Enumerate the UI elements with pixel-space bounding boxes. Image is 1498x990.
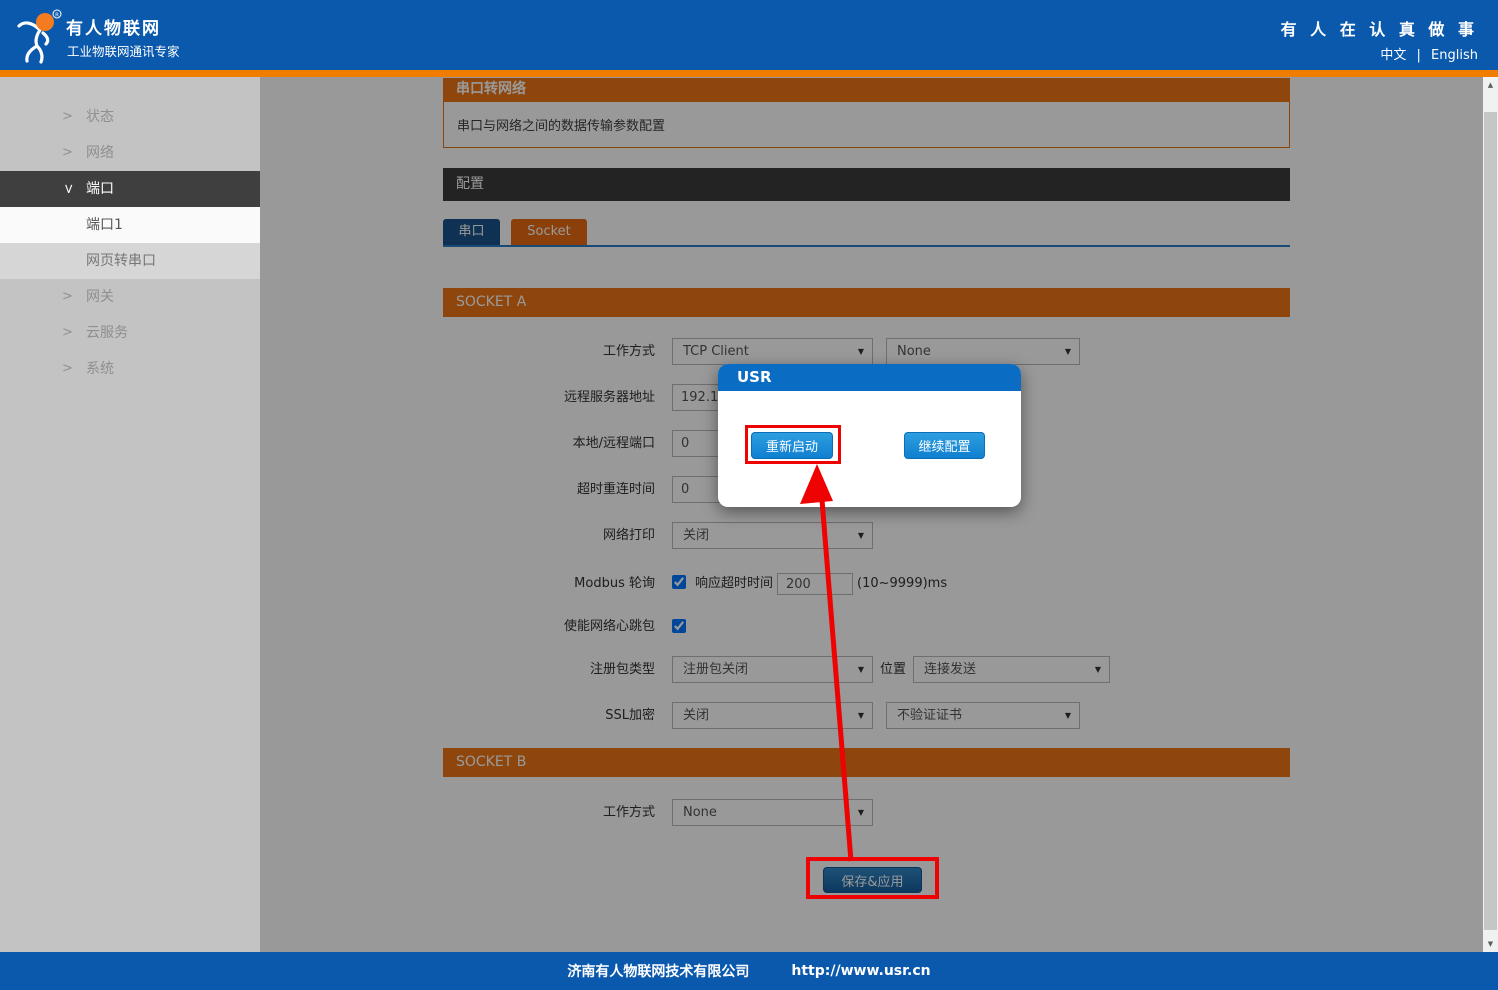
chevron-right-icon: > (62, 351, 73, 387)
svg-text:R: R (55, 12, 59, 18)
restart-button[interactable]: 重新启动 (751, 432, 833, 459)
scroll-up-icon[interactable]: ▲ (1483, 77, 1498, 93)
footer-company: 济南有人物联网技术有限公司 (567, 961, 749, 981)
chevron-right-icon: > (62, 315, 73, 351)
scroll-down-icon[interactable]: ▼ (1483, 936, 1498, 952)
sidebar-item-port1[interactable]: 端口1 (0, 207, 260, 243)
continue-config-button[interactable]: 继续配置 (904, 432, 985, 459)
header-slogan: 有 人 在 认 真 做 事 (1281, 16, 1478, 40)
lang-zh-link[interactable]: 中文 (1380, 48, 1406, 63)
modal-title: USR (718, 364, 1021, 391)
chevron-right-icon: > (62, 135, 73, 171)
brand-tagline: 工业物联网通讯专家 (67, 41, 180, 60)
chevron-right-icon: > (62, 99, 73, 135)
sidebar-item-system[interactable]: > 系统 (0, 351, 260, 387)
scrollbar-thumb[interactable] (1484, 112, 1497, 930)
sidebar-item-network[interactable]: > 网络 (0, 135, 260, 171)
brand-title: 有人物联网 (66, 14, 161, 39)
modal-dim-overlay (260, 77, 1483, 952)
chevron-down-icon: > (49, 184, 85, 195)
top-header: R 有人物联网 工业物联网通讯专家 有 人 在 认 真 做 事 中文 | Eng… (0, 0, 1498, 70)
sidebar-nav: > 状态 > 网络 > 端口 端口1 网页转串口 > 网关 > 云服务 > 系统 (0, 77, 260, 952)
sidebar-item-cloud[interactable]: > 云服务 (0, 315, 260, 351)
footer-url-link[interactable]: http://www.usr.cn (791, 963, 930, 979)
usr-logo-icon: R (12, 8, 64, 68)
sidebar-item-gateway[interactable]: > 网关 (0, 279, 260, 315)
language-switcher: 中文 | English (1380, 44, 1478, 63)
usr-config-page: R 有人物联网 工业物联网通讯专家 有 人 在 认 真 做 事 中文 | Eng… (0, 0, 1498, 990)
lang-separator: | (1417, 48, 1421, 63)
footer: 济南有人物联网技术有限公司 http://www.usr.cn (0, 952, 1498, 990)
chevron-right-icon: > (62, 279, 73, 315)
sidebar-item-port[interactable]: > 端口 (0, 171, 260, 207)
sidebar-item-status[interactable]: > 状态 (0, 99, 260, 135)
usr-modal-dialog: USR 重新启动 继续配置 (718, 364, 1021, 507)
lang-en-link[interactable]: English (1431, 48, 1478, 63)
vertical-scrollbar[interactable]: ▲ ▼ (1483, 77, 1498, 952)
sidebar-item-web-to-serial[interactable]: 网页转串口 (0, 243, 260, 279)
header-accent-strip (0, 70, 1498, 77)
